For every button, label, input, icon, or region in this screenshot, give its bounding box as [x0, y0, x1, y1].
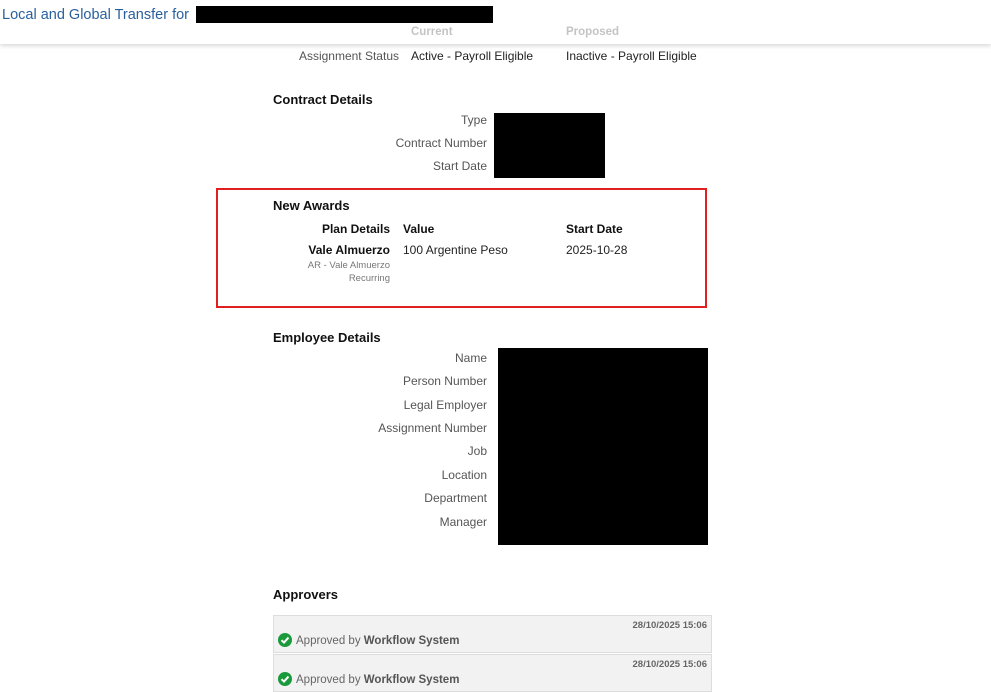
plan-sub-name: AR - Vale Almuerzo	[307, 260, 390, 271]
contract-details-heading: Contract Details	[273, 92, 373, 107]
check-circle-icon	[278, 672, 292, 686]
plan-details-header: Plan Details	[321, 222, 390, 236]
page-title: Local and Global Transfer for	[2, 7, 189, 23]
legal-employer-label: Legal Employer	[403, 398, 487, 412]
approval-timestamp: 28/10/2025 15:06	[632, 659, 707, 670]
redacted-employee-values	[498, 348, 708, 545]
new-awards-heading: New Awards	[273, 198, 350, 213]
employee-details-heading: Employee Details	[273, 330, 381, 345]
award-value: 100 Argentine Peso	[403, 243, 508, 257]
approver-row: 28/10/2025 15:06 Approved by Workflow Sy…	[273, 654, 712, 692]
assignment-number-label: Assignment Number	[378, 421, 487, 435]
plan-name: Vale Almuerzo	[308, 243, 390, 257]
contract-type-label: Type	[460, 113, 487, 127]
approver-row: 28/10/2025 15:06 Approved by Workflow Sy…	[273, 615, 712, 653]
location-label: Location	[441, 468, 487, 482]
contract-start-date-label: Start Date	[432, 159, 487, 173]
award-start-date: 2025-10-28	[566, 243, 628, 257]
approver-name: Workflow System	[363, 674, 460, 686]
redacted-contract-values	[494, 113, 605, 178]
manager-label: Manager	[439, 515, 487, 529]
approvers-heading: Approvers	[273, 587, 339, 602]
approver-name: Workflow System	[363, 635, 460, 647]
approval-prefix: Approved by	[296, 635, 361, 647]
contract-number-label: Contract Number	[395, 136, 487, 150]
redacted-name	[196, 6, 493, 23]
assignment-status-label: Assignment Status	[298, 49, 399, 63]
approval-prefix: Approved by	[296, 674, 361, 686]
value-header: Value	[403, 222, 435, 236]
department-label: Department	[424, 491, 487, 505]
plan-frequency: Recurring	[348, 273, 390, 284]
person-number-label: Person Number	[402, 374, 487, 388]
employee-name-label: Name	[454, 351, 487, 365]
column-header-proposed: Proposed	[566, 26, 620, 38]
approval-timestamp: 28/10/2025 15:06	[632, 620, 707, 631]
column-header-current: Current	[411, 26, 453, 38]
start-date-header: Start Date	[566, 222, 623, 236]
assignment-status-proposed: Inactive - Payroll Eligible	[566, 49, 697, 63]
job-label: Job	[467, 444, 487, 458]
assignment-status-current: Active - Payroll Eligible	[411, 49, 534, 63]
page-header: Local and Global Transfer for	[0, 0, 991, 44]
check-circle-icon	[278, 633, 292, 647]
